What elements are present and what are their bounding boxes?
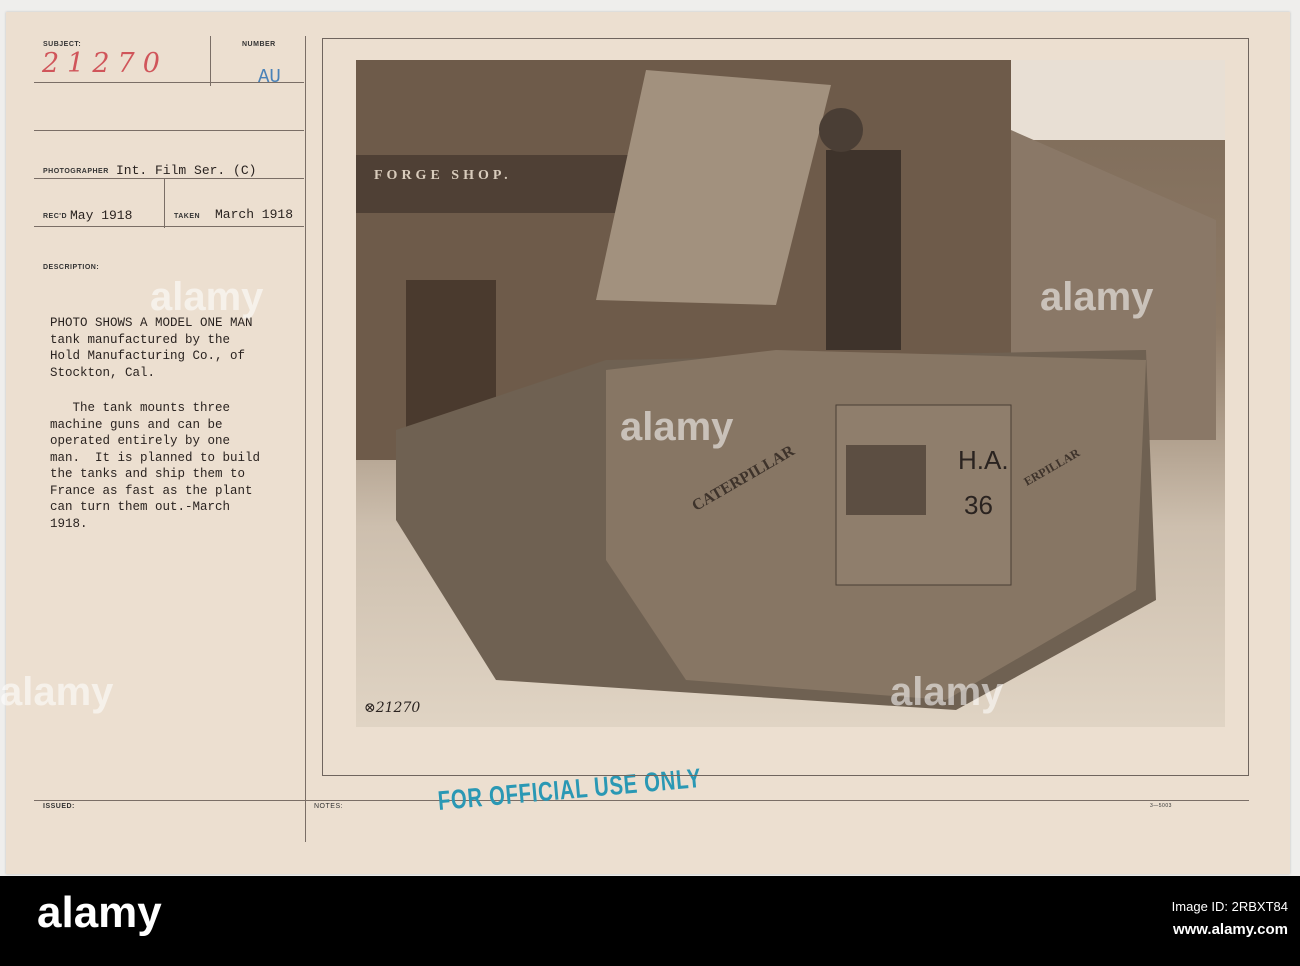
sign-board	[356, 155, 641, 213]
tank-marking-ha: H.A.	[958, 445, 1009, 475]
taken-label: TAKEN	[174, 213, 201, 220]
alamy-url[interactable]: www.alamy.com	[1173, 921, 1288, 938]
man-figure	[826, 150, 901, 350]
taken-value: March 1918	[215, 207, 294, 222]
forge-shop-sign: FORGE SHOP.	[374, 168, 512, 183]
issued-label: ISSUED:	[43, 803, 75, 810]
divider	[34, 800, 1249, 801]
description-label: DESCRIPTION:	[43, 264, 100, 271]
divider	[210, 36, 211, 86]
watermark: alamy	[0, 670, 114, 714]
sky	[1011, 60, 1225, 140]
photographer-label: PHOTOGRAPHER	[43, 168, 109, 175]
divider	[34, 82, 304, 83]
tank-marking-number: 36	[964, 490, 993, 520]
tank-photograph: FORGE SHOP. CATERPILLAR ERPILLAR H.A. 36…	[356, 60, 1225, 727]
alamy-logo: alamy	[37, 888, 162, 937]
number-value: AU	[258, 66, 281, 88]
number-label: NUMBER	[242, 41, 276, 48]
watermark: alamy	[890, 670, 1004, 714]
watermark: alamy	[620, 405, 734, 449]
notes-label: NOTES:	[314, 803, 344, 810]
man-cap	[819, 108, 863, 152]
negative-number: ⊗21270	[364, 700, 421, 716]
subject-value: 21270	[42, 48, 168, 79]
recd-value: May 1918	[70, 208, 133, 223]
divider	[34, 226, 304, 227]
photo-scene	[356, 60, 1225, 710]
photographer-value: Int. Film Ser. (C)	[116, 163, 257, 178]
image-id: Image ID: 2RBXT84	[1171, 899, 1288, 914]
footer-bar: alamy Image ID: 2RBXT84 www.alamy.com	[0, 876, 1300, 966]
watermark: alamy	[150, 275, 264, 319]
description-paragraph-1: PHOTO SHOWS A MODEL ONE MAN tank manufac…	[50, 316, 253, 380]
recd-label: REC'D	[43, 213, 67, 220]
divider	[164, 178, 165, 228]
divider	[305, 36, 306, 842]
divider	[34, 130, 304, 131]
gun-port	[846, 445, 926, 515]
divider	[34, 178, 304, 179]
form-code: 3—5003	[1150, 803, 1172, 809]
subject-label: SUBJECT:	[43, 41, 82, 48]
description-paragraph-2: The tank mounts three machine guns and c…	[50, 401, 261, 531]
watermark: alamy	[1040, 275, 1154, 319]
